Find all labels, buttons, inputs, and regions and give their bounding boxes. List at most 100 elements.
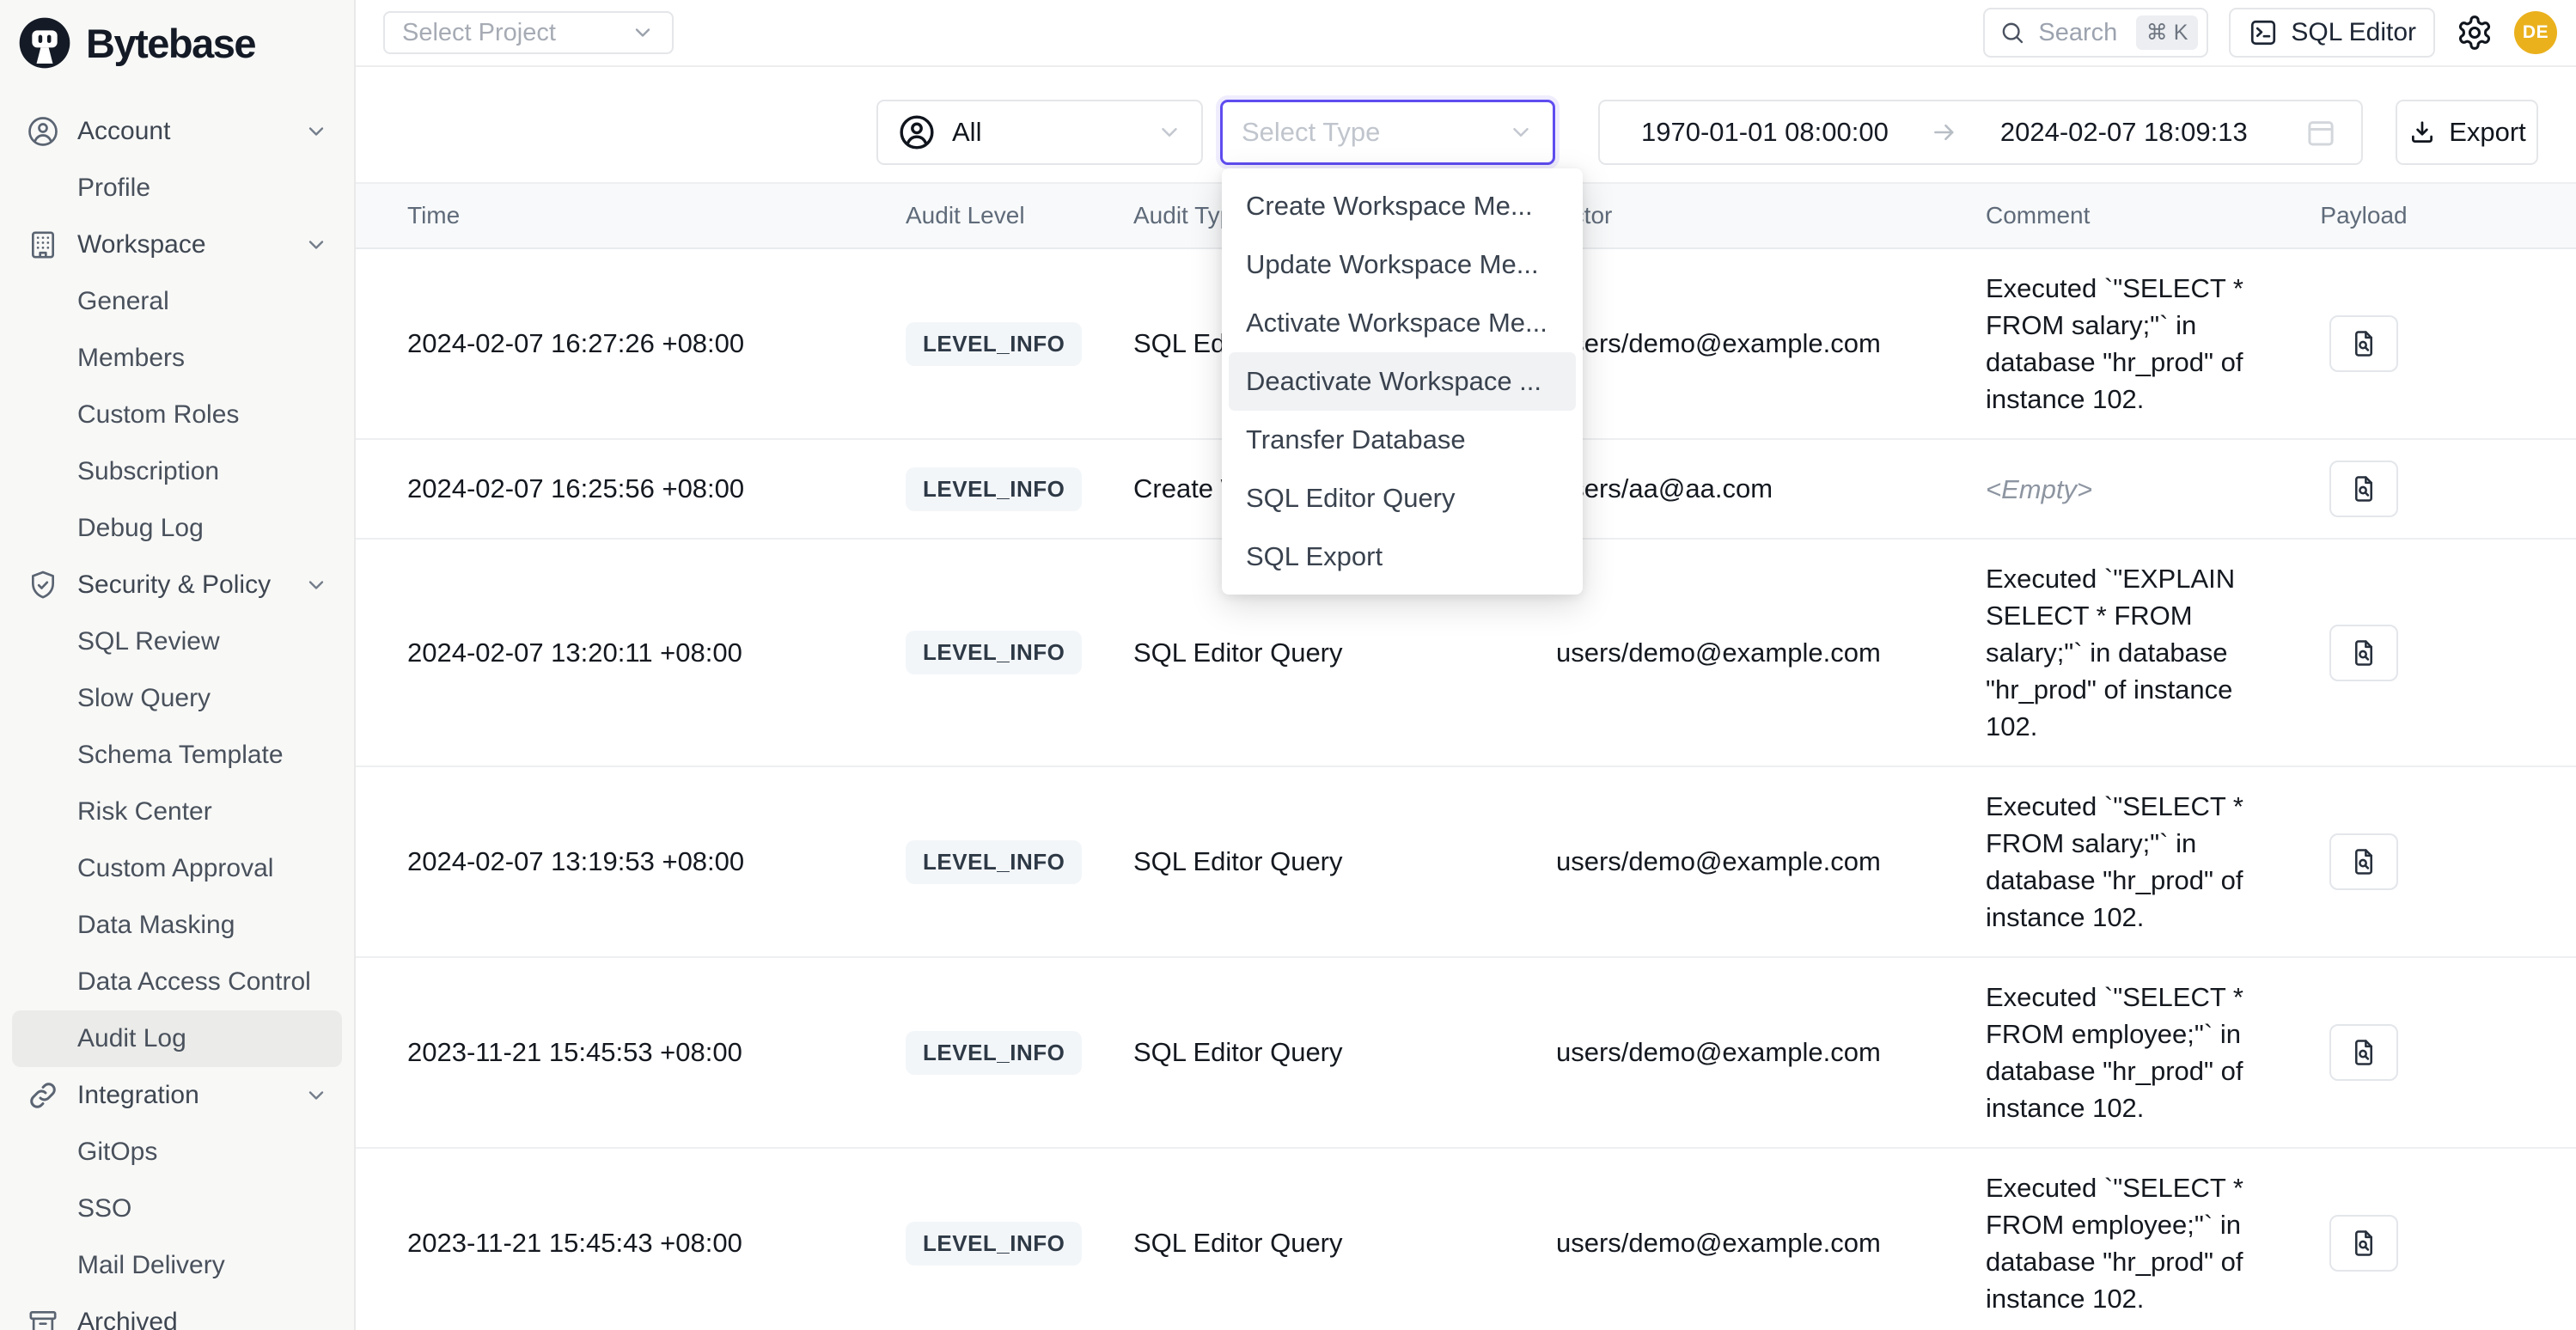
brand-name: Bytebase: [86, 20, 255, 67]
dropdown-option-activate-workspace-member[interactable]: Activate Workspace Me...: [1229, 294, 1576, 352]
sidebar-item-label: Schema Template: [77, 741, 284, 770]
cell-time: 2024-02-07 13:20:11 +08:00: [407, 638, 906, 668]
gear-icon[interactable]: [2456, 14, 2494, 52]
cell-actor: users/demo@example.com: [1556, 1228, 1986, 1259]
sidebar-item-label: Subscription: [77, 457, 219, 486]
dropdown-option-deactivate-workspace-member[interactable]: Deactivate Workspace ...: [1229, 352, 1576, 411]
terminal-icon: [2248, 17, 2279, 48]
sidebar-item-debug-log[interactable]: Debug Log: [12, 500, 342, 557]
sidebar-item-risk-center[interactable]: Risk Center: [12, 784, 342, 840]
sidebar-item-members[interactable]: Members: [12, 330, 342, 387]
cell-time: 2024-02-07 16:25:56 +08:00: [407, 473, 906, 504]
sidebar: Bytebase Account Profile Workspace Gener…: [0, 0, 356, 1330]
avatar[interactable]: DE: [2514, 11, 2557, 54]
sidebar-item-subscription[interactable]: Subscription: [12, 443, 342, 500]
sidebar-item-label: Members: [77, 344, 185, 373]
sidebar-item-custom-approval[interactable]: Custom Approval: [12, 840, 342, 897]
project-select[interactable]: Select Project: [383, 11, 674, 54]
calendar-icon: [2303, 114, 2339, 150]
chevron-down-icon: [304, 1083, 328, 1107]
cell-actor: users/demo@example.com: [1556, 1037, 1986, 1068]
main-area: Select Project Search ⌘ K SQL Editor DE: [356, 0, 2576, 1330]
dropdown-option-transfer-database[interactable]: Transfer Database: [1229, 411, 1576, 469]
sidebar-item-schema-template[interactable]: Schema Template: [12, 727, 342, 784]
sidebar-item-data-access-control[interactable]: Data Access Control: [12, 954, 342, 1010]
dropdown-option-create-workspace-member[interactable]: Create Workspace Me...: [1229, 177, 1576, 235]
payload-button[interactable]: [2329, 1215, 2398, 1272]
filter-bar: All Select Type 1970-01-01 08:00:00 2024…: [356, 100, 2576, 165]
sidebar-item-label: Archived: [77, 1308, 178, 1330]
audit-level-badge: LEVEL_INFO: [906, 631, 1082, 674]
export-button[interactable]: Export: [2396, 100, 2538, 165]
sidebar-item-gitops[interactable]: GitOps: [12, 1124, 342, 1181]
type-filter-select[interactable]: Select Type: [1220, 100, 1555, 165]
topbar-right: Search ⌘ K SQL Editor DE: [1983, 8, 2557, 58]
sidebar-item-label: Data Masking: [77, 911, 235, 940]
sidebar-item-integration[interactable]: Integration: [12, 1067, 342, 1124]
app-root: Bytebase Account Profile Workspace Gener…: [0, 0, 2576, 1330]
actor-filter-select[interactable]: All: [876, 100, 1203, 165]
type-filter-placeholder: Select Type: [1242, 117, 1380, 148]
sidebar-item-mail-delivery[interactable]: Mail Delivery: [12, 1237, 342, 1294]
sidebar-item-slow-query[interactable]: Slow Query: [12, 670, 342, 727]
sidebar-item-label: Audit Log: [77, 1024, 186, 1053]
cell-comment: Executed `"SELECT * FROM employee;"` in …: [1986, 979, 2271, 1126]
sidebar-item-security-policy[interactable]: Security & Policy: [12, 557, 342, 613]
brand-logo[interactable]: Bytebase: [0, 0, 354, 82]
sidebar-item-workspace[interactable]: Workspace: [12, 217, 342, 273]
topbar: Select Project Search ⌘ K SQL Editor DE: [356, 0, 2576, 67]
sidebar-item-sql-review[interactable]: SQL Review: [12, 613, 342, 670]
sidebar-item-profile[interactable]: Profile: [12, 160, 342, 217]
cell-comment: Executed `"EXPLAIN SELECT * FROM salary;…: [1986, 560, 2271, 745]
arrow-right-icon: [1930, 118, 1959, 147]
type-select-dropdown: Create Workspace Me... Update Workspace …: [1222, 168, 1583, 595]
sidebar-item-audit-log[interactable]: Audit Log: [12, 1010, 342, 1067]
search-input[interactable]: Search ⌘ K: [1983, 8, 2208, 58]
date-to-value[interactable]: 2024-02-07 18:09:13: [2000, 117, 2248, 148]
payload-button[interactable]: [2329, 833, 2398, 890]
sidebar-item-data-masking[interactable]: Data Masking: [12, 897, 342, 954]
sidebar-item-sso[interactable]: SSO: [12, 1181, 342, 1237]
export-label: Export: [2449, 117, 2526, 148]
download-icon: [2408, 118, 2437, 147]
project-select-value: Select Project: [402, 19, 556, 47]
dropdown-option-sql-editor-query[interactable]: SQL Editor Query: [1229, 469, 1576, 528]
payload-button[interactable]: [2329, 1024, 2398, 1081]
bytebase-logo-icon: [17, 15, 72, 70]
table-row: 2024-02-07 13:19:53 +08:00 LEVEL_INFO SQ…: [356, 767, 2576, 958]
dropdown-option-update-workspace-member[interactable]: Update Workspace Me...: [1229, 235, 1576, 294]
sidebar-item-account[interactable]: Account: [12, 103, 342, 160]
sidebar-item-label: Debug Log: [77, 514, 204, 543]
sidebar-item-archived[interactable]: Archived: [12, 1294, 342, 1330]
audit-level-badge: LEVEL_INFO: [906, 467, 1082, 511]
cell-comment: Executed `"SELECT * FROM employee;"` in …: [1986, 1169, 2271, 1317]
cell-comment: Executed `"SELECT * FROM salary;"` in da…: [1986, 270, 2271, 418]
date-from-value[interactable]: 1970-01-01 08:00:00: [1641, 117, 1889, 148]
sidebar-item-label: General: [77, 287, 169, 316]
date-range-picker[interactable]: 1970-01-01 08:00:00 2024-02-07 18:09:13: [1598, 100, 2363, 165]
cell-comment: Executed `"SELECT * FROM salary;"` in da…: [1986, 788, 2271, 936]
audit-level-badge: LEVEL_INFO: [906, 1222, 1082, 1266]
search-shortcut-kbd: ⌘ K: [2136, 15, 2199, 50]
col-header-comment: Comment: [1986, 202, 2269, 229]
cell-time: 2023-11-21 15:45:43 +08:00: [407, 1228, 906, 1259]
dropdown-option-sql-export[interactable]: SQL Export: [1229, 528, 1576, 586]
sidebar-item-label: Workspace: [77, 230, 206, 259]
sql-editor-button[interactable]: SQL Editor: [2229, 8, 2435, 58]
sidebar-item-custom-roles[interactable]: Custom Roles: [12, 387, 342, 443]
sidebar-item-general[interactable]: General: [12, 273, 342, 330]
archive-icon: [26, 1305, 60, 1330]
payload-button[interactable]: [2329, 315, 2398, 372]
col-header-actor: Actor: [1556, 202, 1986, 229]
cell-time: 2024-02-07 13:19:53 +08:00: [407, 846, 906, 877]
payload-button[interactable]: [2329, 461, 2398, 517]
sidebar-item-label: Security & Policy: [77, 570, 271, 600]
sidebar-item-label: Slow Query: [77, 684, 211, 713]
cell-time: 2023-11-21 15:45:53 +08:00: [407, 1037, 906, 1068]
chevron-down-icon: [1157, 119, 1182, 145]
payload-button[interactable]: [2329, 625, 2398, 681]
audit-level-badge: LEVEL_INFO: [906, 840, 1082, 884]
cell-actor: users/aa@aa.com: [1556, 473, 1986, 504]
sidebar-item-label: Custom Roles: [77, 400, 239, 430]
chevron-down-icon: [304, 119, 328, 143]
